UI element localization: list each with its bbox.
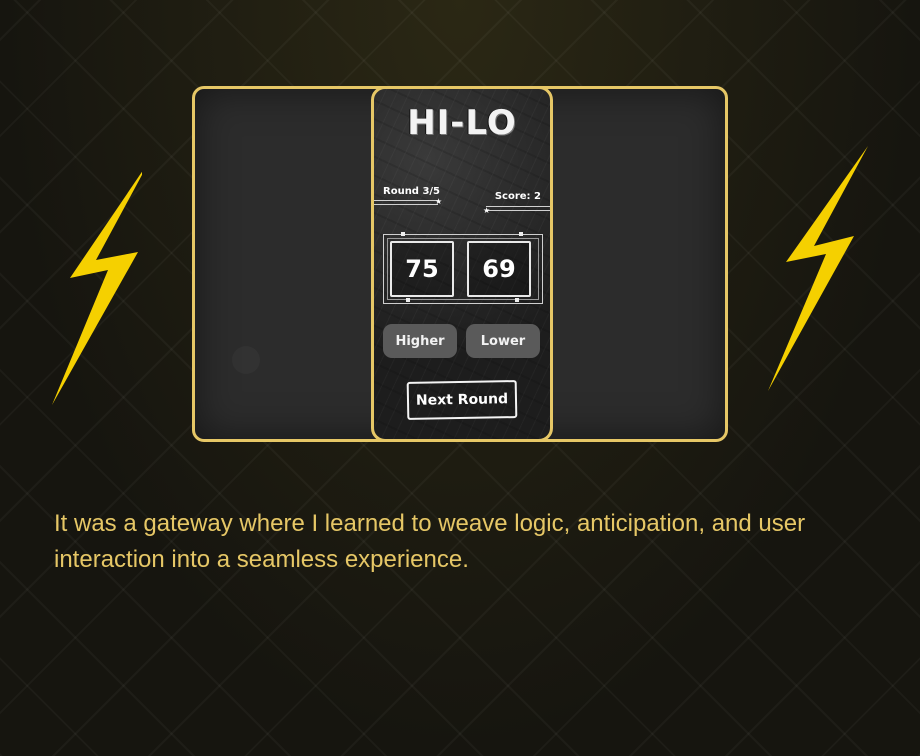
caption-text: It was a gateway where I learned to weav… bbox=[54, 510, 806, 573]
game-phone-screen: HI-LO Round 3/5 ★ Score: 2 ★ 75 69 Highe… bbox=[371, 86, 553, 442]
decorative-dot bbox=[232, 346, 260, 374]
sparkle-icon: ★ bbox=[435, 197, 443, 206]
next-round-button[interactable]: Next Round bbox=[406, 380, 518, 420]
game-logo: HI-LO bbox=[407, 103, 517, 143]
higher-button[interactable]: Higher bbox=[383, 324, 457, 358]
round-underline-2 bbox=[374, 204, 438, 205]
score-underline bbox=[486, 206, 550, 207]
sparkle-icon: ★ bbox=[483, 206, 491, 215]
score-display: Score: 2 bbox=[494, 191, 541, 202]
frame-corner bbox=[406, 298, 410, 302]
lightning-bolt-icon-left bbox=[52, 160, 142, 405]
lightning-bolt-icon-right bbox=[768, 146, 868, 391]
lower-button[interactable]: Lower bbox=[466, 324, 540, 358]
frame-corner bbox=[519, 232, 523, 236]
score-underline-2 bbox=[486, 210, 550, 211]
frame-corner bbox=[401, 232, 405, 236]
round-counter: Round 3/5 bbox=[383, 186, 441, 197]
current-card: 75 bbox=[390, 241, 454, 297]
round-underline bbox=[374, 200, 438, 201]
frame-corner bbox=[515, 298, 519, 302]
next-card: 69 bbox=[467, 241, 531, 297]
